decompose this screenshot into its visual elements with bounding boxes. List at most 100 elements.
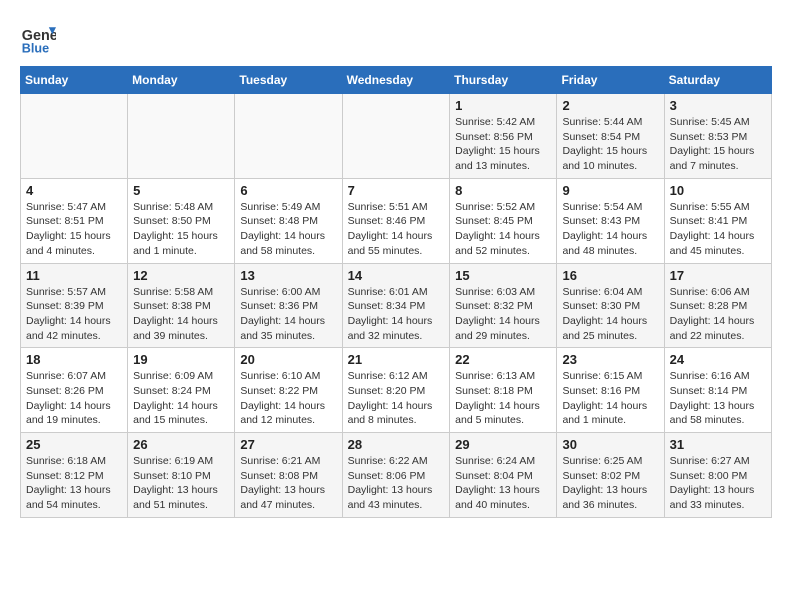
calendar-week-row: 18 Sunrise: 6:07 AMSunset: 8:26 PMDayligh… bbox=[21, 348, 772, 433]
day-number: 30 bbox=[562, 437, 658, 452]
day-number: 4 bbox=[26, 183, 122, 198]
day-number: 16 bbox=[562, 268, 658, 283]
day-info: Sunrise: 6:15 AMSunset: 8:16 PMDaylight:… bbox=[562, 369, 658, 428]
day-number: 26 bbox=[133, 437, 229, 452]
day-info: Sunrise: 6:10 AMSunset: 8:22 PMDaylight:… bbox=[240, 369, 336, 428]
calendar-cell: 4 Sunrise: 5:47 AMSunset: 8:51 PMDaylight… bbox=[21, 178, 128, 263]
calendar-cell: 2 Sunrise: 5:44 AMSunset: 8:54 PMDaylight… bbox=[557, 94, 664, 179]
day-number: 31 bbox=[670, 437, 766, 452]
day-info: Sunrise: 5:48 AMSunset: 8:50 PMDaylight:… bbox=[133, 200, 229, 259]
calendar-week-row: 4 Sunrise: 5:47 AMSunset: 8:51 PMDaylight… bbox=[21, 178, 772, 263]
day-number: 7 bbox=[348, 183, 445, 198]
day-number: 24 bbox=[670, 352, 766, 367]
day-info: Sunrise: 6:00 AMSunset: 8:36 PMDaylight:… bbox=[240, 285, 336, 344]
calendar-cell bbox=[342, 94, 450, 179]
day-number: 14 bbox=[348, 268, 445, 283]
day-number: 17 bbox=[670, 268, 766, 283]
day-info: Sunrise: 6:12 AMSunset: 8:20 PMDaylight:… bbox=[348, 369, 445, 428]
day-number: 21 bbox=[348, 352, 445, 367]
logo: General Blue bbox=[20, 20, 60, 56]
day-info: Sunrise: 6:13 AMSunset: 8:18 PMDaylight:… bbox=[455, 369, 551, 428]
calendar-cell: 10Sunrise: 5:55 AMSunset: 8:41 PMDayligh… bbox=[664, 178, 771, 263]
day-info: Sunrise: 6:16 AMSunset: 8:14 PMDaylight:… bbox=[670, 369, 766, 428]
calendar-cell: 17 Sunrise: 6:06 AMSunset: 8:28 PMDayligh… bbox=[664, 263, 771, 348]
day-info: Sunrise: 6:01 AMSunset: 8:34 PMDaylight:… bbox=[348, 285, 445, 344]
day-number: 22 bbox=[455, 352, 551, 367]
calendar-cell: 20 Sunrise: 6:10 AMSunset: 8:22 PMDayligh… bbox=[235, 348, 342, 433]
calendar-cell bbox=[21, 94, 128, 179]
day-of-week-header: Sunday bbox=[21, 67, 128, 94]
svg-text:Blue: Blue bbox=[22, 41, 49, 55]
calendar-week-row: 11Sunrise: 5:57 AMSunset: 8:39 PMDayligh… bbox=[21, 263, 772, 348]
day-of-week-header: Monday bbox=[128, 67, 235, 94]
calendar-cell: 11Sunrise: 5:57 AMSunset: 8:39 PMDayligh… bbox=[21, 263, 128, 348]
day-info: Sunrise: 6:27 AMSunset: 8:00 PMDaylight:… bbox=[670, 454, 766, 513]
calendar-cell: 27Sunrise: 6:21 AMSunset: 8:08 PMDayligh… bbox=[235, 433, 342, 518]
calendar-week-row: 1 Sunrise: 5:42 AMSunset: 8:56 PMDaylight… bbox=[21, 94, 772, 179]
logo-icon: General Blue bbox=[20, 20, 56, 56]
calendar-cell: 22 Sunrise: 6:13 AMSunset: 8:18 PMDayligh… bbox=[450, 348, 557, 433]
day-info: Sunrise: 6:18 AMSunset: 8:12 PMDaylight:… bbox=[26, 454, 122, 513]
calendar-cell: 5 Sunrise: 5:48 AMSunset: 8:50 PMDaylight… bbox=[128, 178, 235, 263]
day-number: 29 bbox=[455, 437, 551, 452]
calendar-cell: 12 Sunrise: 5:58 AMSunset: 8:38 PMDayligh… bbox=[128, 263, 235, 348]
day-of-week-header: Friday bbox=[557, 67, 664, 94]
day-number: 25 bbox=[26, 437, 122, 452]
day-info: Sunrise: 6:19 AMSunset: 8:10 PMDaylight:… bbox=[133, 454, 229, 513]
day-info: Sunrise: 5:47 AMSunset: 8:51 PMDaylight:… bbox=[26, 200, 122, 259]
day-info: Sunrise: 5:45 AMSunset: 8:53 PMDaylight:… bbox=[670, 115, 766, 174]
calendar-cell: 19Sunrise: 6:09 AMSunset: 8:24 PMDayligh… bbox=[128, 348, 235, 433]
calendar-cell: 21 Sunrise: 6:12 AMSunset: 8:20 PMDayligh… bbox=[342, 348, 450, 433]
calendar-cell: 15Sunrise: 6:03 AMSunset: 8:32 PMDayligh… bbox=[450, 263, 557, 348]
calendar-cell: 29 Sunrise: 6:24 AMSunset: 8:04 PMDayligh… bbox=[450, 433, 557, 518]
calendar-cell: 23 Sunrise: 6:15 AMSunset: 8:16 PMDayligh… bbox=[557, 348, 664, 433]
calendar-cell: 1 Sunrise: 5:42 AMSunset: 8:56 PMDaylight… bbox=[450, 94, 557, 179]
day-number: 23 bbox=[562, 352, 658, 367]
day-number: 5 bbox=[133, 183, 229, 198]
day-info: Sunrise: 5:51 AMSunset: 8:46 PMDaylight:… bbox=[348, 200, 445, 259]
calendar-header-row: SundayMondayTuesdayWednesdayThursdayFrid… bbox=[21, 67, 772, 94]
calendar-cell: 28Sunrise: 6:22 AMSunset: 8:06 PMDayligh… bbox=[342, 433, 450, 518]
day-info: Sunrise: 5:52 AMSunset: 8:45 PMDaylight:… bbox=[455, 200, 551, 259]
day-info: Sunrise: 5:58 AMSunset: 8:38 PMDaylight:… bbox=[133, 285, 229, 344]
day-info: Sunrise: 6:06 AMSunset: 8:28 PMDaylight:… bbox=[670, 285, 766, 344]
day-info: Sunrise: 5:44 AMSunset: 8:54 PMDaylight:… bbox=[562, 115, 658, 174]
calendar-cell: 30 Sunrise: 6:25 AMSunset: 8:02 PMDayligh… bbox=[557, 433, 664, 518]
calendar-cell bbox=[128, 94, 235, 179]
day-number: 9 bbox=[562, 183, 658, 198]
day-number: 6 bbox=[240, 183, 336, 198]
calendar-cell: 18 Sunrise: 6:07 AMSunset: 8:26 PMDayligh… bbox=[21, 348, 128, 433]
calendar-week-row: 25 Sunrise: 6:18 AMSunset: 8:12 PMDayligh… bbox=[21, 433, 772, 518]
day-info: Sunrise: 6:25 AMSunset: 8:02 PMDaylight:… bbox=[562, 454, 658, 513]
calendar-cell: 26 Sunrise: 6:19 AMSunset: 8:10 PMDayligh… bbox=[128, 433, 235, 518]
calendar-cell: 31 Sunrise: 6:27 AMSunset: 8:00 PMDayligh… bbox=[664, 433, 771, 518]
day-info: Sunrise: 5:49 AMSunset: 8:48 PMDaylight:… bbox=[240, 200, 336, 259]
calendar-cell: 13Sunrise: 6:00 AMSunset: 8:36 PMDayligh… bbox=[235, 263, 342, 348]
day-number: 12 bbox=[133, 268, 229, 283]
day-info: Sunrise: 5:57 AMSunset: 8:39 PMDaylight:… bbox=[26, 285, 122, 344]
calendar-table: SundayMondayTuesdayWednesdayThursdayFrid… bbox=[20, 66, 772, 518]
day-of-week-header: Tuesday bbox=[235, 67, 342, 94]
day-info: Sunrise: 6:07 AMSunset: 8:26 PMDaylight:… bbox=[26, 369, 122, 428]
page-header: General Blue bbox=[20, 20, 772, 56]
day-number: 20 bbox=[240, 352, 336, 367]
day-number: 3 bbox=[670, 98, 766, 113]
day-info: Sunrise: 6:24 AMSunset: 8:04 PMDaylight:… bbox=[455, 454, 551, 513]
day-of-week-header: Wednesday bbox=[342, 67, 450, 94]
day-info: Sunrise: 6:09 AMSunset: 8:24 PMDaylight:… bbox=[133, 369, 229, 428]
calendar-cell: 3 Sunrise: 5:45 AMSunset: 8:53 PMDaylight… bbox=[664, 94, 771, 179]
day-number: 18 bbox=[26, 352, 122, 367]
day-of-week-header: Saturday bbox=[664, 67, 771, 94]
day-number: 1 bbox=[455, 98, 551, 113]
calendar-cell: 14 Sunrise: 6:01 AMSunset: 8:34 PMDayligh… bbox=[342, 263, 450, 348]
day-info: Sunrise: 6:21 AMSunset: 8:08 PMDaylight:… bbox=[240, 454, 336, 513]
calendar-cell: 24 Sunrise: 6:16 AMSunset: 8:14 PMDayligh… bbox=[664, 348, 771, 433]
day-info: Sunrise: 5:42 AMSunset: 8:56 PMDaylight:… bbox=[455, 115, 551, 174]
day-of-week-header: Thursday bbox=[450, 67, 557, 94]
day-info: Sunrise: 6:03 AMSunset: 8:32 PMDaylight:… bbox=[455, 285, 551, 344]
day-info: Sunrise: 5:54 AMSunset: 8:43 PMDaylight:… bbox=[562, 200, 658, 259]
calendar-cell: 16Sunrise: 6:04 AMSunset: 8:30 PMDayligh… bbox=[557, 263, 664, 348]
day-number: 8 bbox=[455, 183, 551, 198]
calendar-cell: 8 Sunrise: 5:52 AMSunset: 8:45 PMDaylight… bbox=[450, 178, 557, 263]
day-number: 2 bbox=[562, 98, 658, 113]
